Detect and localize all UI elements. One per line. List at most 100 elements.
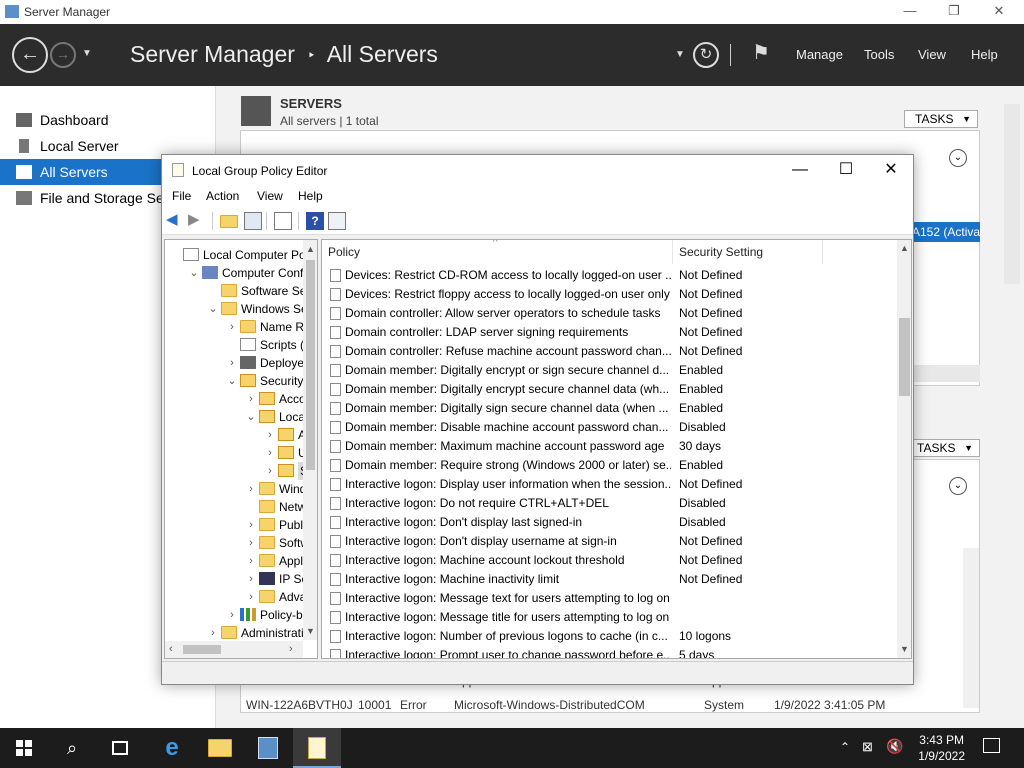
collapsed-chevron-icon[interactable]: ›: [264, 444, 276, 462]
menu-help[interactable]: Help: [298, 189, 323, 203]
up-folder-icon[interactable]: [220, 215, 238, 228]
policy-row[interactable]: Domain controller: Refuse machine accoun…: [322, 342, 897, 361]
tree-node[interactable]: Scripts (Sta: [165, 336, 317, 354]
policy-row[interactable]: Interactive logon: Machine inactivity li…: [322, 570, 897, 589]
policy-row[interactable]: Interactive logon: Don't display usernam…: [322, 532, 897, 551]
policy-row[interactable]: Interactive logon: Display user informat…: [322, 475, 897, 494]
tree-node[interactable]: › Advan: [165, 588, 313, 606]
network-warning-icon[interactable]: ⊠: [862, 739, 873, 755]
back-button[interactable]: ←: [12, 37, 48, 73]
file-explorer-button[interactable]: [196, 728, 244, 768]
page-vscroll[interactable]: [1004, 104, 1020, 284]
menu-tools[interactable]: Tools: [864, 47, 894, 62]
tree-node[interactable]: Netwo: [165, 498, 313, 516]
action-center-icon[interactable]: [983, 738, 1000, 753]
properties-icon[interactable]: [328, 212, 346, 230]
tree-node[interactable]: › Name Res: [165, 318, 317, 336]
list-vscroll-thumb[interactable]: [899, 318, 910, 396]
menu-action[interactable]: Action: [206, 189, 239, 203]
breadcrumb-root[interactable]: Server Manager: [130, 41, 295, 67]
scroll-right-icon[interactable]: ›: [289, 643, 293, 655]
policy-row[interactable]: Domain member: Require strong (Windows 2…: [322, 456, 897, 475]
tree-node[interactable]: ⌄ Windows Sett: [165, 300, 314, 318]
scroll-up-icon[interactable]: ▲: [306, 244, 315, 254]
policy-row[interactable]: Domain member: Digitally encrypt or sign…: [322, 361, 897, 380]
collapsed-chevron-icon[interactable]: ›: [207, 624, 219, 642]
events-vscroll[interactable]: [963, 548, 979, 708]
collapsed-chevron-icon[interactable]: ›: [245, 516, 257, 534]
event-row[interactable]: WIN-122A6BVTH0J 10001 Error Microsoft-Wi…: [246, 698, 946, 716]
policy-row[interactable]: Domain member: Digitally sign secure cha…: [322, 399, 897, 418]
tree-node[interactable]: › Deployed: [165, 354, 311, 372]
tree-node[interactable]: Local Computer Polic: [165, 246, 317, 264]
refresh-icon[interactable]: ↻: [693, 42, 719, 68]
servers-hscroll[interactable]: [906, 365, 980, 382]
collapsed-chevron-icon[interactable]: ›: [245, 534, 257, 552]
tree-node[interactable]: ⌄ Security Se: [165, 372, 317, 390]
show-hidden-icons-icon[interactable]: ⌃: [840, 740, 850, 754]
menu-view[interactable]: View: [918, 47, 946, 62]
export-list-icon[interactable]: [274, 212, 292, 230]
column-header-security-setting[interactable]: Security Setting: [673, 240, 823, 264]
collapsed-chevron-icon[interactable]: ›: [245, 588, 257, 606]
task-view-button[interactable]: [96, 728, 144, 768]
tree-node[interactable]: › Administrative: [165, 624, 316, 642]
gpe-close-button[interactable]: ✕: [868, 155, 914, 185]
back-arrow-icon[interactable]: ◀: [166, 212, 184, 230]
tree-node[interactable]: › Accou: [165, 390, 312, 408]
clock[interactable]: 3:43 PM 1/9/2022: [918, 732, 965, 764]
tree-node[interactable]: › Applic: [165, 552, 312, 570]
scroll-left-icon[interactable]: ‹: [169, 643, 173, 655]
policy-row[interactable]: Interactive logon: Prompt user to change…: [322, 646, 897, 658]
list-vscroll[interactable]: ▲ ▼: [897, 240, 911, 658]
tree-node[interactable]: ⌄ Local P: [165, 408, 317, 426]
collapsed-chevron-icon[interactable]: ›: [264, 426, 276, 444]
collapsed-chevron-icon[interactable]: ›: [245, 552, 257, 570]
scroll-down-icon[interactable]: ▼: [306, 626, 315, 636]
tree-node[interactable]: ⌄ Computer Config: [165, 264, 313, 282]
collapsed-chevron-icon[interactable]: ›: [226, 354, 238, 372]
server-manager-taskbar-button[interactable]: [244, 728, 292, 768]
policy-row[interactable]: Devices: Restrict floppy access to local…: [322, 285, 897, 304]
policy-row[interactable]: Interactive logon: Message text for user…: [322, 589, 897, 608]
search-icon[interactable]: ⌕: [48, 728, 96, 768]
tree-node[interactable]: › Policy-bas: [165, 606, 315, 624]
policy-row[interactable]: Domain controller: Allow server operator…: [322, 304, 897, 323]
tree-node[interactable]: ›Use: [165, 444, 317, 462]
forward-arrow-icon[interactable]: ▶: [188, 212, 206, 230]
gpedit-taskbar-button[interactable]: [293, 728, 341, 768]
dropdown-icon[interactable]: ▼: [675, 49, 685, 60]
expand-filter-icon[interactable]: ⌄: [949, 149, 967, 167]
tree-node[interactable]: ›Au: [165, 426, 313, 444]
sidebar-item-dashboard[interactable]: Dashboard: [0, 107, 216, 133]
policy-row[interactable]: Devices: Restrict CD-ROM access to local…: [322, 266, 897, 285]
tree-vscroll[interactable]: ▲ ▼: [303, 240, 317, 640]
menu-manage[interactable]: Manage: [796, 47, 843, 62]
expanded-chevron-icon[interactable]: ⌄: [226, 372, 238, 390]
tree-node[interactable]: › Public: [165, 516, 312, 534]
tree-node[interactable]: › IP Secu: [165, 570, 317, 588]
policy-row[interactable]: Interactive logon: Do not require CTRL+A…: [322, 494, 897, 513]
expanded-chevron-icon[interactable]: ⌄: [188, 264, 200, 282]
help-icon[interactable]: ?: [306, 212, 324, 230]
policy-row[interactable]: Interactive logon: Don't display last si…: [322, 513, 897, 532]
notifications-flag-icon[interactable]: ⚑: [752, 40, 770, 65]
policy-row[interactable]: Interactive logon: Machine account locko…: [322, 551, 897, 570]
scroll-up-icon[interactable]: ▲: [900, 243, 909, 253]
servers-tasks-button[interactable]: TASKS ▼: [904, 110, 978, 128]
start-button[interactable]: [0, 728, 48, 768]
gpe-minimize-button[interactable]: —: [777, 155, 823, 185]
tree-hscroll[interactable]: ‹ ›: [165, 641, 303, 658]
collapsed-chevron-icon[interactable]: ›: [245, 570, 257, 588]
scroll-down-icon[interactable]: ▼: [900, 644, 909, 654]
policy-row[interactable]: Interactive logon: Number of previous lo…: [322, 627, 897, 646]
policy-row[interactable]: Domain member: Disable machine account p…: [322, 418, 897, 437]
tree-node[interactable]: › Windo: [165, 480, 313, 498]
show-hide-tree-icon[interactable]: [244, 212, 262, 230]
tree-node[interactable]: ›Sec: [165, 462, 317, 480]
close-button[interactable]: ✕: [976, 0, 1022, 24]
maximize-button[interactable]: ❐: [931, 0, 977, 24]
collapsed-chevron-icon[interactable]: ›: [226, 606, 238, 624]
minimize-button[interactable]: —: [887, 0, 933, 24]
expanded-chevron-icon[interactable]: ⌄: [245, 408, 257, 426]
